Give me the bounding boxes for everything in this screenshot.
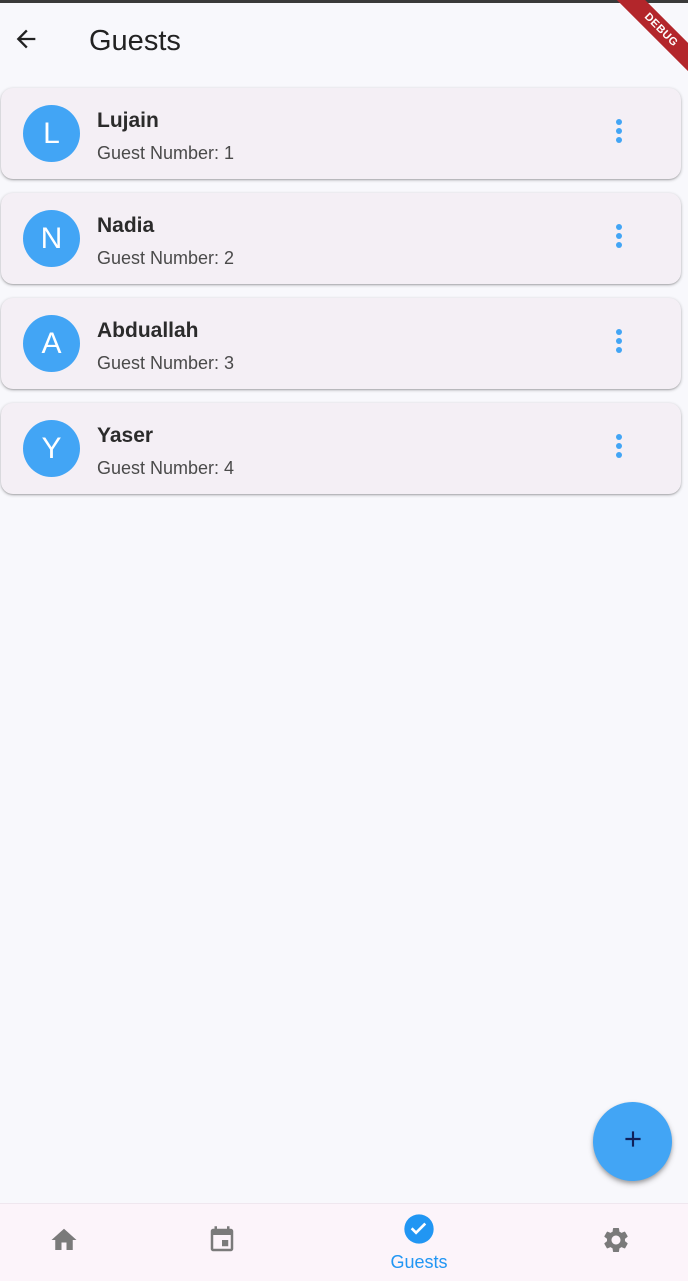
guest-card[interactable]: A Abduallah Guest Number: 3	[1, 298, 681, 389]
nav-item-guests[interactable]: Guests	[333, 1204, 505, 1281]
nav-item-settings[interactable]	[530, 1204, 688, 1281]
avatar: A	[23, 315, 80, 372]
avatar: N	[23, 210, 80, 267]
guest-number: Guest Number: 1	[97, 143, 235, 163]
guest-card[interactable]: Y Yaser Guest Number: 4	[1, 403, 681, 494]
check-circle-icon	[403, 1213, 435, 1250]
plus-icon	[620, 1126, 646, 1157]
guest-number: Guest Number: 3	[97, 353, 235, 373]
back-button[interactable]	[2, 17, 50, 65]
avatar: L	[23, 105, 80, 162]
guest-name: Abduallah	[97, 319, 199, 342]
gear-icon	[601, 1225, 631, 1260]
more-options-button[interactable]	[597, 109, 641, 157]
nav-item-calendar[interactable]	[136, 1204, 308, 1281]
more-vert-icon	[615, 433, 623, 464]
nav-item-label: Guests	[390, 1251, 448, 1272]
guest-card[interactable]: N Nadia Guest Number: 2	[1, 193, 681, 284]
guest-card[interactable]: L Lujain Guest Number: 1	[1, 88, 681, 179]
guest-number: Guest Number: 4	[97, 458, 235, 478]
more-options-button[interactable]	[597, 214, 641, 262]
home-icon	[49, 1225, 79, 1260]
calendar-icon	[207, 1225, 237, 1260]
more-options-button[interactable]	[597, 319, 641, 367]
guest-name: Lujain	[97, 109, 159, 132]
page-title: Guests	[89, 25, 181, 57]
guest-number: Guest Number: 2	[97, 248, 235, 268]
more-options-button[interactable]	[597, 424, 641, 472]
more-vert-icon	[615, 328, 623, 359]
nav-item-home[interactable]	[0, 1204, 150, 1281]
bottom-navigation: Guests	[0, 1203, 688, 1281]
app-bar: Guests	[0, 3, 688, 81]
arrow-back-icon	[12, 25, 40, 58]
guest-name: Nadia	[97, 214, 155, 237]
add-guest-button[interactable]	[593, 1102, 672, 1181]
more-vert-icon	[615, 118, 623, 149]
guest-name: Yaser	[97, 424, 154, 447]
more-vert-icon	[615, 223, 623, 254]
avatar: Y	[23, 420, 80, 477]
